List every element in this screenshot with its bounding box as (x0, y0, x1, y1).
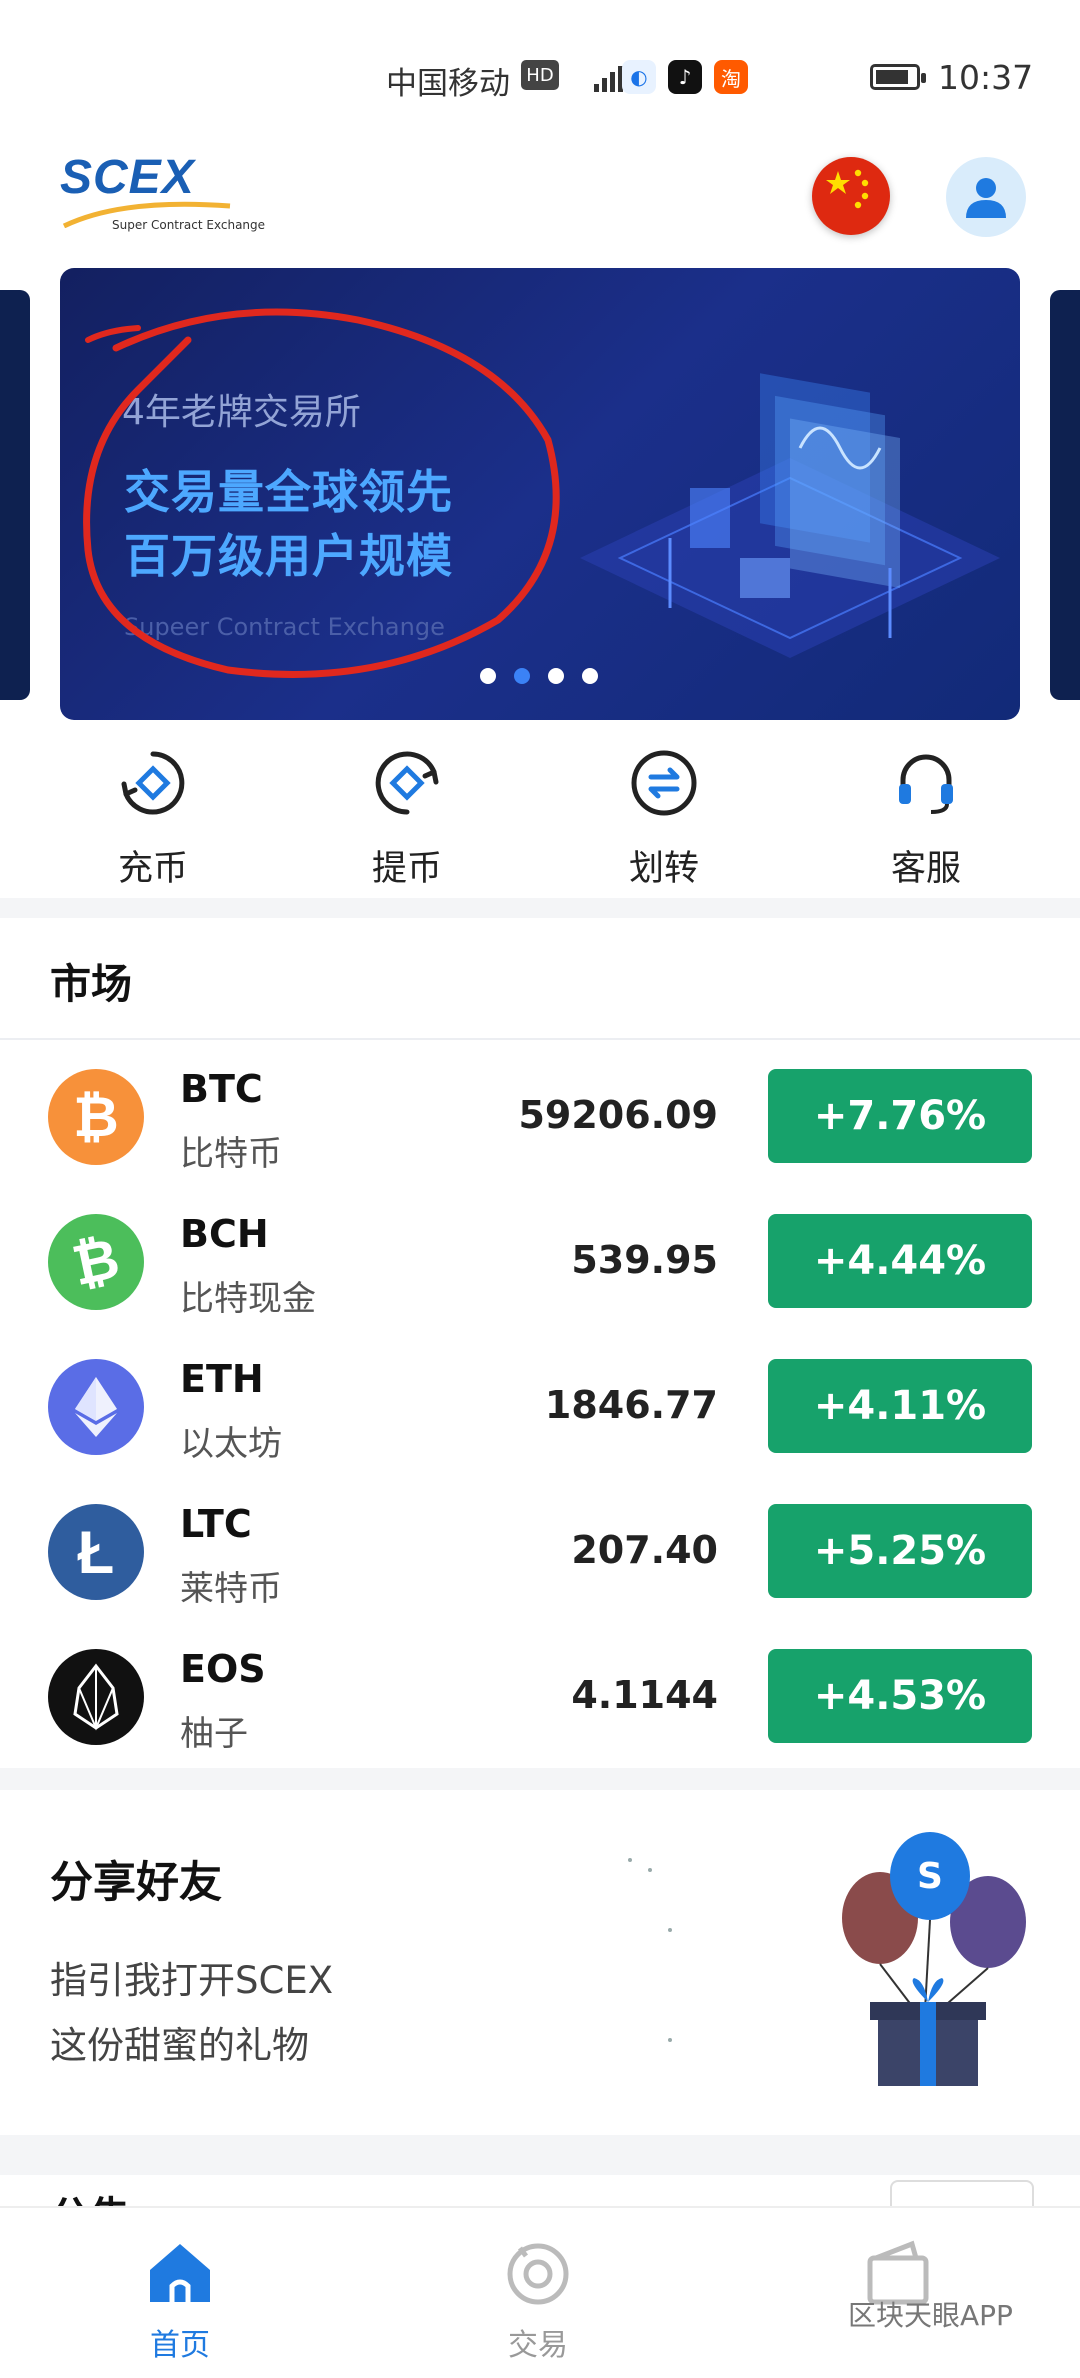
china-flag-icon (826, 169, 869, 209)
status-bar: 中国移动 HD ◐ ♪ 淘 10:37 (0, 0, 1080, 130)
share-line-2: 这份甜蜜的礼物 (50, 2024, 309, 2067)
svg-text:S: S (917, 1856, 943, 1897)
home-icon (150, 2244, 210, 2302)
clock: 10:37 (938, 58, 1034, 97)
customer-service-button[interactable]: 客服 (851, 748, 1001, 891)
status-apps: ◐ ♪ 淘 (622, 60, 748, 94)
tiktok-app-icon: ♪ (668, 60, 702, 94)
promo-banner[interactable]: 4年老牌交易所 交易量全球领先 百万级用户规模 Supeer Contract … (60, 268, 1020, 720)
banner-pagination (480, 668, 598, 684)
banner-line-3: 百万级用户规模 (124, 529, 453, 583)
section-separator (0, 1768, 1080, 1790)
banner-dot-active[interactable] (514, 668, 530, 684)
ethereum-icon (48, 1359, 144, 1455)
hd-badge: HD (521, 60, 559, 90)
change-badge[interactable]: +7.76% (768, 1069, 1032, 1163)
banner-next-peek[interactable] (1050, 290, 1080, 700)
coin-symbol: BCH (180, 1212, 269, 1256)
section-separator (0, 2135, 1080, 2175)
banner-dot[interactable] (480, 668, 496, 684)
tab-trade[interactable]: 交易 (458, 2238, 618, 2364)
coin-price: 59206.09 (518, 1093, 718, 1137)
market-row-bch[interactable]: ₿ BCH 比特现金 539.95 +4.44% (0, 1188, 1080, 1333)
tab-home[interactable]: 首页 (100, 2238, 260, 2364)
headset-icon (899, 754, 953, 814)
coin-name: 比特现金 (180, 1279, 316, 1319)
coin-symbol: EOS (180, 1647, 266, 1691)
gift-balloons-icon: S (628, 1832, 1026, 2086)
deposit-label: 充币 (117, 849, 188, 889)
watermark-text: 区块天眼APP (848, 2299, 1013, 2332)
litecoin-icon: Ł (48, 1504, 144, 1600)
change-badge[interactable]: +4.11% (768, 1359, 1032, 1453)
logo-subtitle: Super Contract Exchange (112, 218, 266, 232)
profile-button[interactable] (946, 157, 1026, 237)
withdraw-button[interactable]: 提币 (332, 748, 482, 891)
change-badge[interactable]: +4.53% (768, 1649, 1032, 1743)
taobao-app-icon: 淘 (714, 60, 748, 94)
tab-trade-label: 交易 (508, 2328, 568, 2363)
market-row-ltc[interactable]: Ł LTC 莱特币 207.40 +5.25% (0, 1478, 1080, 1623)
market-row-eos[interactable]: EOS 柚子 4.1144 +4.53% (0, 1623, 1080, 1768)
trade-icon (507, 2243, 569, 2305)
banner-tagline: Supeer Contract Exchange (124, 613, 445, 641)
bottom-tab-bar: 首页 交易 (0, 2206, 1080, 2378)
market-row-eth[interactable]: ETH 以太坊 1846.77 +4.11% (0, 1333, 1080, 1478)
coin-price: 207.40 (571, 1528, 718, 1572)
tab-home-label: 首页 (150, 2328, 210, 2363)
deposit-icon (121, 751, 185, 815)
customer-service-label: 客服 (890, 849, 961, 889)
market-title: 市场 (50, 960, 132, 1008)
coin-price: 1846.77 (544, 1383, 718, 1427)
banner-dot[interactable] (582, 668, 598, 684)
banner-illustration (580, 373, 1000, 658)
language-button[interactable] (812, 157, 890, 235)
eos-icon (48, 1649, 144, 1745)
withdraw-icon (375, 751, 439, 815)
coin-name: 比特币 (180, 1134, 282, 1174)
coin-name: 以太坊 (180, 1424, 282, 1464)
coin-name: 柚子 (180, 1714, 248, 1754)
transfer-icon (631, 750, 697, 816)
browser-app-icon: ◐ (622, 60, 656, 94)
change-badge[interactable]: +4.44% (768, 1214, 1032, 1308)
coin-symbol: BTC (180, 1067, 263, 1111)
coin-name: 莱特币 (180, 1569, 282, 1609)
transfer-label: 划转 (628, 849, 699, 889)
user-icon (966, 178, 1006, 218)
coin-price: 539.95 (571, 1238, 718, 1282)
market-row-btc[interactable]: ₿ BTC 比特币 59206.09 +7.76% (0, 1043, 1080, 1188)
withdraw-label: 提币 (371, 849, 442, 889)
transfer-button[interactable]: 划转 (589, 748, 739, 891)
banner-line-1: 4年老牌交易所 (122, 392, 361, 433)
battery-icon (870, 64, 926, 90)
scex-logo: SCEX Super Contract Exchange (60, 150, 265, 240)
share-title: 分享好友 (50, 1858, 222, 1908)
signal-icon (594, 58, 623, 92)
section-separator (0, 898, 1080, 918)
bitcoin-cash-icon: ₿ (48, 1214, 144, 1310)
banner-dot[interactable] (548, 668, 564, 684)
banner-prev-peek[interactable] (0, 290, 30, 700)
status-badges: HD (521, 60, 559, 90)
coin-symbol: ETH (180, 1357, 264, 1401)
coin-symbol: LTC (180, 1502, 252, 1546)
deposit-button[interactable]: 充币 (78, 748, 228, 891)
banner-line-2: 交易量全球领先 (124, 465, 453, 519)
coin-price: 4.1144 (571, 1673, 718, 1717)
change-badge[interactable]: +5.25% (768, 1504, 1032, 1598)
share-line-1: 指引我打开SCEX (50, 1959, 334, 2002)
market-divider (0, 1038, 1080, 1040)
bitcoin-icon: ₿ (48, 1069, 144, 1165)
notice-title: 公告 (50, 2184, 130, 2208)
carrier-name: 中国移动 (386, 66, 510, 102)
